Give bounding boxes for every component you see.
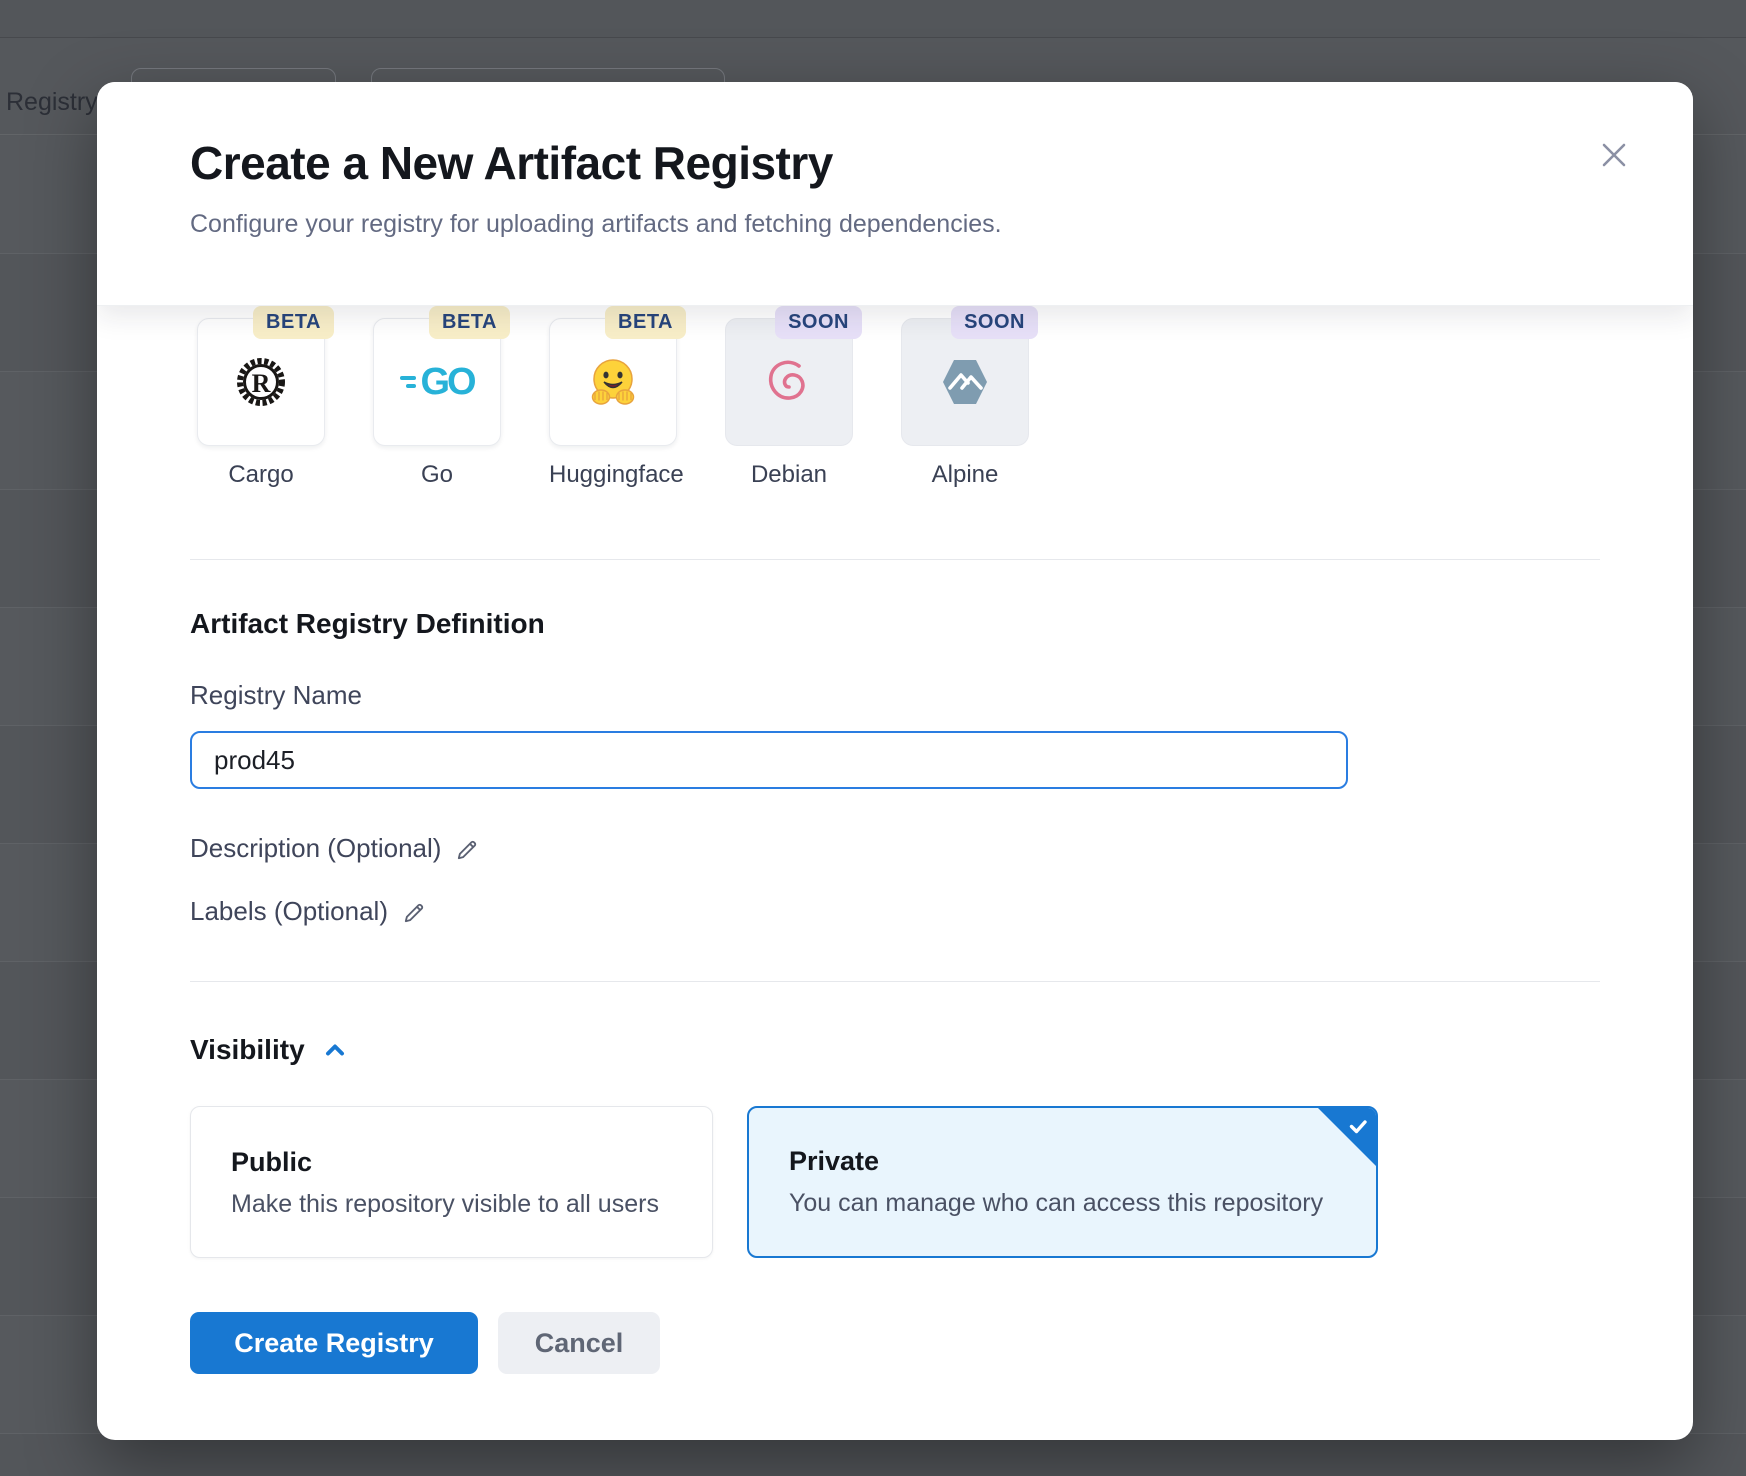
beta-badge: BETA	[429, 306, 510, 339]
modal-title: Create a New Artifact Registry	[190, 136, 1603, 190]
visibility-options: Public Make this repository visible to a…	[190, 1106, 1600, 1258]
definition-section: Artifact Registry Definition Registry Na…	[97, 608, 1693, 927]
registry-type-label: Debian	[725, 461, 853, 489]
section-divider	[190, 981, 1600, 982]
beta-badge: BETA	[253, 306, 334, 339]
visibility-section-title: Visibility	[190, 1034, 1600, 1066]
create-registry-button[interactable]: Create Registry	[190, 1312, 478, 1374]
visibility-option-public[interactable]: Public Make this repository visible to a…	[190, 1106, 713, 1258]
registry-type-huggingface: BETA Huggingface	[549, 318, 677, 489]
registry-type-label: Cargo	[197, 461, 325, 489]
go-logo-icon: GO	[400, 361, 473, 404]
modal-header: Create a New Artifact Registry Configure…	[97, 82, 1693, 306]
soon-badge: SOON	[951, 306, 1038, 339]
registry-type-go: BETA GO Go	[373, 318, 501, 489]
registry-type-row: BETA R Cargo BETA GO Go	[97, 306, 1693, 489]
close-button[interactable]	[1597, 138, 1631, 172]
registry-type-card-go[interactable]: BETA GO	[373, 318, 501, 446]
collapse-visibility-button[interactable]	[321, 1036, 349, 1064]
description-row: Description (Optional)	[190, 833, 1600, 864]
registry-type-debian: SOON Debian	[725, 318, 853, 489]
registry-type-label: Huggingface	[549, 461, 677, 489]
section-divider	[190, 559, 1600, 560]
definition-section-title: Artifact Registry Definition	[190, 608, 1600, 640]
visibility-option-description: You can manage who can access this repos…	[789, 1189, 1376, 1218]
alpine-mountain-icon	[937, 354, 993, 410]
registry-type-card-huggingface[interactable]: BETA	[549, 318, 677, 446]
registry-type-alpine: SOON Alpine	[901, 318, 1029, 489]
description-label: Description (Optional)	[190, 833, 441, 864]
registry-type-card-debian: SOON	[725, 318, 853, 446]
pencil-icon	[455, 836, 481, 862]
modal-body: BETA R Cargo BETA GO Go	[97, 306, 1693, 1374]
registry-type-label: Go	[373, 461, 501, 489]
edit-description-button[interactable]	[455, 836, 481, 862]
visibility-title-text: Visibility	[190, 1034, 305, 1066]
huggingface-emoji-icon	[584, 353, 642, 411]
visibility-option-private[interactable]: Private You can manage who can access th…	[747, 1106, 1378, 1258]
close-icon	[1599, 140, 1629, 170]
visibility-option-description: Make this repository visible to all user…	[231, 1190, 712, 1219]
visibility-option-title: Private	[789, 1146, 1376, 1177]
chevron-up-icon	[321, 1036, 349, 1064]
registry-type-label: Alpine	[901, 461, 1029, 489]
background-page-title: Registry	[6, 88, 98, 117]
cancel-button[interactable]: Cancel	[498, 1312, 660, 1374]
visibility-section: Visibility Public Make this repository v…	[97, 1034, 1693, 1258]
background-topbar	[0, 0, 1746, 38]
debian-swirl-icon	[761, 354, 817, 410]
modal-subtitle: Configure your registry for uploading ar…	[190, 210, 1603, 239]
check-icon	[1347, 1115, 1369, 1137]
labels-row: Labels (Optional)	[190, 896, 1600, 927]
labels-label: Labels (Optional)	[190, 896, 388, 927]
pencil-icon	[402, 899, 428, 925]
registry-type-cargo: BETA R Cargo	[197, 318, 325, 489]
cargo-gear-icon: R	[233, 354, 289, 410]
registry-name-input[interactable]	[190, 731, 1348, 789]
create-registry-modal: Create a New Artifact Registry Configure…	[97, 82, 1693, 1440]
edit-labels-button[interactable]	[402, 899, 428, 925]
registry-type-card-cargo[interactable]: BETA R	[197, 318, 325, 446]
modal-actions: Create Registry Cancel	[97, 1312, 1693, 1374]
registry-type-card-alpine: SOON	[901, 318, 1029, 446]
registry-name-label: Registry Name	[190, 680, 1600, 711]
beta-badge: BETA	[605, 306, 686, 339]
svg-text:R: R	[252, 369, 271, 398]
visibility-option-title: Public	[231, 1147, 712, 1178]
soon-badge: SOON	[775, 306, 862, 339]
